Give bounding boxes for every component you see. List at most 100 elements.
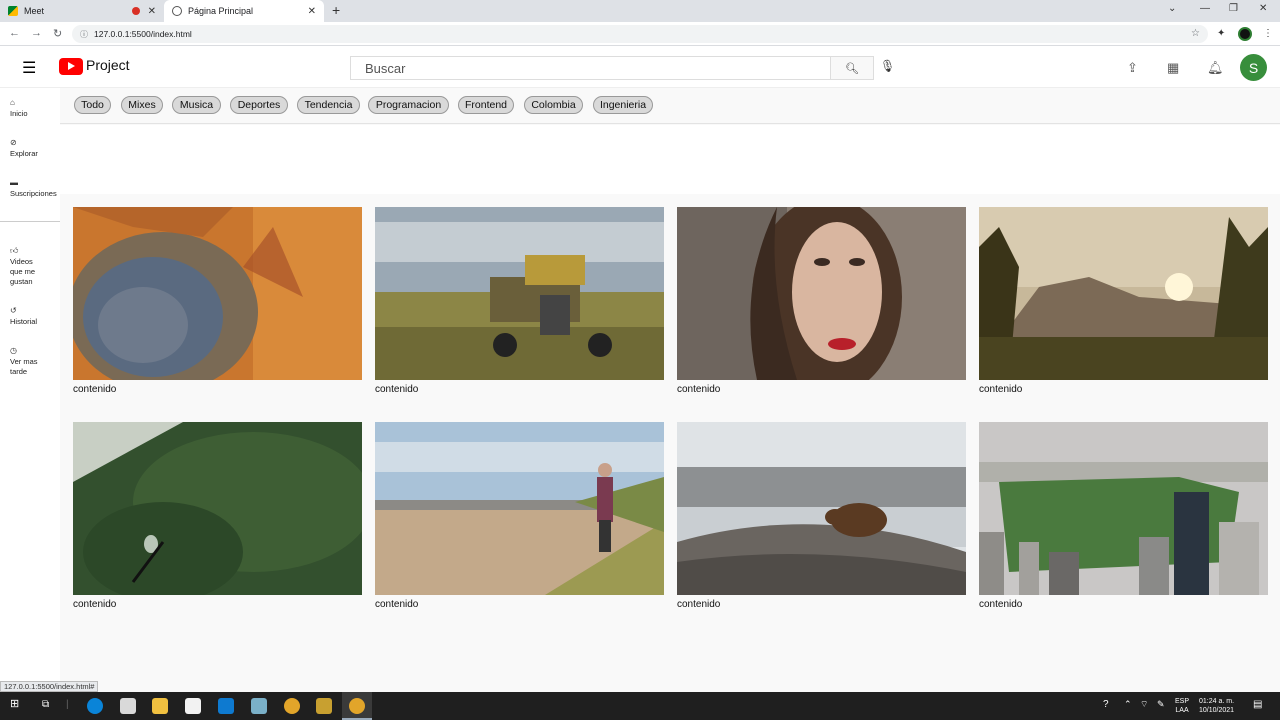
chip-deportes[interactable]: Deportes <box>230 96 288 114</box>
video-card[interactable]: contenido <box>677 207 966 395</box>
video-thumbnail-old-truck[interactable] <box>375 207 664 380</box>
sidebar-divider <box>0 221 60 222</box>
address-bar: ← → ↻ ⓘ 127.0.0.1:5500/index.html ☆ ✦ ⋮ <box>0 22 1280 46</box>
chevron-up-icon[interactable]: ⌃ <box>1124 700 1132 709</box>
language-code: ESP <box>1175 698 1190 705</box>
restore-icon[interactable]: ❐ <box>1229 3 1238 14</box>
search-placeholder: Buscar <box>365 60 406 76</box>
close-tab-icon[interactable]: ✕ <box>148 6 156 17</box>
status-url: 127.0.0.1:5500/index.html# <box>0 681 99 692</box>
paint-icon[interactable] <box>120 698 136 714</box>
tab-meet[interactable]: Meet ✕ <box>0 0 164 22</box>
video-thumbnail-beach-walk[interactable] <box>375 422 664 595</box>
chip-programacion[interactable]: Programacion <box>368 96 449 114</box>
sidebar-item-videos-que-me-gustan[interactable]: 👍︎ Videos que me gustan <box>10 246 44 287</box>
extensions-icon[interactable]: ✦ <box>1217 28 1225 39</box>
avatar[interactable]: S <box>1240 54 1267 81</box>
video-card[interactable]: contenido <box>73 422 362 610</box>
back-icon[interactable]: ← <box>9 27 20 39</box>
sidebar-item-label: Videos que me gustan <box>10 257 36 286</box>
sidebar-item-historial[interactable]: ↺ Historial <box>10 306 37 327</box>
video-thumbnail-woman-portrait[interactable] <box>677 207 966 380</box>
menu-dots-icon[interactable]: ⋮ <box>1263 28 1273 39</box>
info-icon[interactable]: ⓘ <box>80 29 88 40</box>
youtube-logo-icon[interactable] <box>59 58 83 75</box>
tab-pagina-principal[interactable]: Página Principal ✕ <box>164 0 324 22</box>
edge-icon[interactable] <box>87 698 103 714</box>
video-thumbnail-city-park[interactable] <box>979 422 1268 595</box>
reload-icon[interactable]: ↻ <box>53 27 62 40</box>
notepad-icon[interactable] <box>251 698 267 714</box>
url-text: 127.0.0.1:5500/index.html <box>94 29 192 39</box>
search-icon: 🔍︎ <box>845 62 859 75</box>
video-caption[interactable]: contenido <box>73 384 362 395</box>
search-button[interactable]: 🔍︎ <box>830 56 874 80</box>
store-icon[interactable] <box>185 698 201 714</box>
search-input[interactable]: Buscar <box>350 56 830 80</box>
microphone-icon[interactable]: 🎙︎ <box>880 59 895 73</box>
video-card[interactable]: contenido <box>677 422 966 610</box>
video-card[interactable]: contenido <box>73 207 362 395</box>
date-text: 10/10/2021 <box>1199 707 1235 714</box>
video-thumbnail-forest-sunset[interactable] <box>979 207 1268 380</box>
close-window-icon[interactable]: ✕ <box>1259 3 1267 14</box>
profile-avatar[interactable] <box>1238 27 1252 41</box>
chip-todo[interactable]: Todo <box>74 96 111 114</box>
chrome-icon[interactable] <box>284 698 300 714</box>
divider-icon: | <box>66 699 69 710</box>
url-field[interactable]: ⓘ 127.0.0.1:5500/index.html ☆ <box>72 25 1208 43</box>
chip-ingenieria[interactable]: Ingenieria <box>593 96 653 114</box>
chip-frontend[interactable]: Frontend <box>458 96 514 114</box>
new-tab-button[interactable]: + <box>332 2 340 18</box>
video-caption[interactable]: contenido <box>677 384 966 395</box>
video-card[interactable]: contenido <box>979 207 1268 395</box>
video-caption[interactable]: contenido <box>979 599 1268 610</box>
apps-grid-icon[interactable]: ▦ <box>1167 60 1179 76</box>
close-tab-icon[interactable]: ✕ <box>308 6 316 17</box>
sidebar-item-suscripciones[interactable]: ▬ Suscripciones <box>10 178 57 199</box>
sidebar-item-label: Suscripciones <box>10 189 57 198</box>
bookmark-star-icon[interactable]: ☆ <box>1191 28 1200 39</box>
video-caption[interactable]: contenido <box>375 384 664 395</box>
windows-start-icon[interactable]: ⊞ <box>10 699 19 710</box>
help-icon[interactable]: ? <box>1103 700 1109 710</box>
bell-icon[interactable]: 🔔︎ <box>1207 60 1224 76</box>
forward-icon[interactable]: → <box>31 27 42 39</box>
wifi-icon[interactable]: ⌔ <box>1140 700 1148 709</box>
sidebar-item-explorar[interactable]: ⊘ Explorar <box>10 138 38 159</box>
notifications-icon[interactable]: ▤ <box>1253 700 1262 710</box>
sidebar-item-inicio[interactable]: ⌂ Inicio <box>10 98 28 119</box>
tab-search-icon[interactable]: ⌄ <box>1168 3 1176 14</box>
video-caption[interactable]: contenido <box>677 599 966 610</box>
upload-icon[interactable]: ⇪ <box>1127 60 1138 76</box>
video-thumbnail-bear[interactable] <box>677 422 966 595</box>
vscode-icon[interactable] <box>218 698 234 714</box>
main-content: Todo Mixes Musica Deportes Tendencia Pro… <box>60 88 1280 692</box>
pen-icon[interactable]: ✎ <box>1157 700 1165 709</box>
menu-icon[interactable]: ☰ <box>22 58 36 78</box>
task-view-icon[interactable]: ⧉ <box>42 700 49 710</box>
brand-name[interactable]: Project <box>86 57 130 73</box>
history-icon: ↺ <box>10 306 17 315</box>
sidebar-item-label: Ver mas tarde <box>10 357 38 376</box>
video-caption[interactable]: contenido <box>979 384 1268 395</box>
video-thumbnail-crater[interactable] <box>73 207 362 380</box>
chip-musica[interactable]: Musica <box>172 96 221 114</box>
chrome-active-icon[interactable] <box>349 698 365 714</box>
sidebar-item-ver-mas-tarde[interactable]: ◷ Ver mas tarde <box>10 346 44 377</box>
video-caption[interactable]: contenido <box>73 599 362 610</box>
browser-tab-strip: Meet ✕ Página Principal ✕ + ⌄ — ❐ ✕ <box>0 0 1280 22</box>
video-card[interactable]: contenido <box>979 422 1268 610</box>
minimize-icon[interactable]: — <box>1200 3 1210 14</box>
video-card[interactable]: contenido <box>375 207 664 395</box>
chip-mixes[interactable]: Mixes <box>121 96 163 114</box>
video-card[interactable]: contenido <box>375 422 664 610</box>
clock[interactable]: 01:24 a. m. 10/10/2021 <box>1199 697 1234 715</box>
video-caption[interactable]: contenido <box>375 599 664 610</box>
league-icon[interactable] <box>316 698 332 714</box>
video-thumbnail-biker-forest[interactable] <box>73 422 362 595</box>
language-indicator[interactable]: ESP LAA <box>1175 697 1189 715</box>
file-explorer-icon[interactable] <box>152 698 168 714</box>
chip-colombia[interactable]: Colombia <box>524 96 583 114</box>
chip-tendencia[interactable]: Tendencia <box>297 96 360 114</box>
